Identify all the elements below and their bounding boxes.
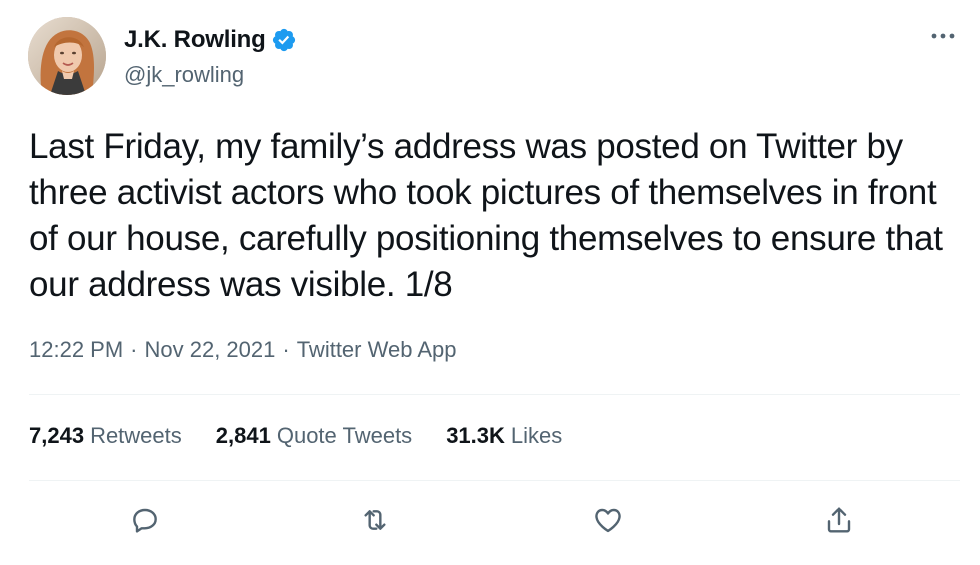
tweet-meta: 12:22 PM · Nov 22, 2021 · Twitter Web Ap…	[29, 334, 456, 366]
tweet-source[interactable]: Twitter Web App	[297, 337, 457, 363]
like-icon	[595, 508, 621, 533]
display-name[interactable]: J.K. Rowling	[124, 26, 266, 54]
avatar-image	[28, 17, 106, 95]
user-handle[interactable]: @jk_rowling	[124, 62, 297, 88]
avatar[interactable]	[28, 17, 106, 95]
retweets-label: Retweets	[90, 423, 182, 448]
reply-icon	[133, 508, 157, 533]
tweet-text: Last Friday, my family’s address was pos…	[29, 127, 943, 304]
tweet-stats: 7,243 Retweets 2,841 Quote Tweets 31.3K Lik…	[29, 420, 596, 452]
quote-tweets-stat[interactable]: 2,841 Quote Tweets	[216, 423, 412, 449]
more-options-icon[interactable]	[928, 24, 958, 48]
tweet-card: J.K. Rowling @jk_rowling Last Friday, my…	[0, 0, 980, 565]
retweets-count: 7,243	[29, 423, 85, 448]
divider	[29, 480, 960, 481]
verified-badge-icon	[271, 27, 297, 53]
tweet-actions	[29, 498, 960, 542]
tweet-date[interactable]: Nov 22, 2021	[145, 337, 276, 363]
quote-tweets-count: 2,841	[215, 423, 271, 448]
name-row: J.K. Rowling	[124, 24, 297, 56]
reply-button[interactable]	[123, 498, 167, 542]
likes-stat[interactable]: 31.3K Likes	[446, 423, 562, 449]
share-icon	[827, 507, 851, 533]
share-button[interactable]	[817, 498, 861, 542]
retweet-icon	[364, 510, 386, 530]
like-button[interactable]	[586, 498, 630, 542]
author-block: J.K. Rowling @jk_rowling	[124, 24, 297, 88]
retweet-button[interactable]	[353, 498, 397, 542]
divider	[29, 394, 960, 395]
retweets-stat[interactable]: 7,243 Retweets	[29, 423, 182, 449]
quote-tweets-label: Quote Tweets	[276, 423, 413, 448]
likes-label: Likes	[510, 423, 563, 448]
meta-separator: ·	[130, 337, 138, 362]
meta-separator: ·	[282, 337, 290, 362]
likes-count: 31.3K	[446, 423, 505, 448]
tweet-time[interactable]: 12:22 PM	[29, 337, 123, 363]
